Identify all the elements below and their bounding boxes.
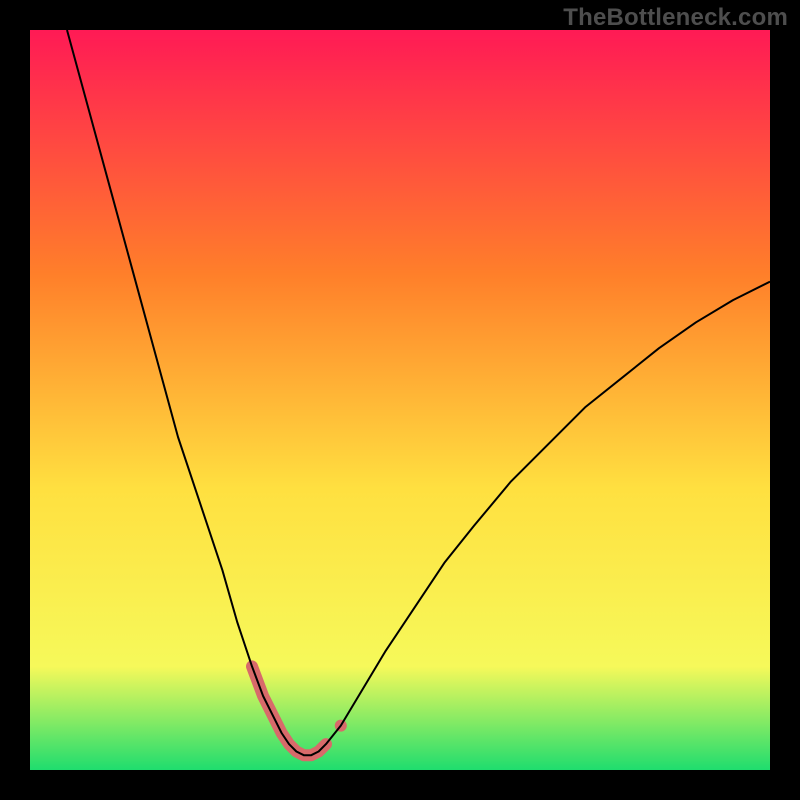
plot-svg	[30, 30, 770, 770]
chart-container: TheBottleneck.com	[0, 0, 800, 800]
gradient-background	[30, 30, 770, 770]
plot-area	[30, 30, 770, 770]
watermark-text: TheBottleneck.com	[563, 4, 788, 32]
